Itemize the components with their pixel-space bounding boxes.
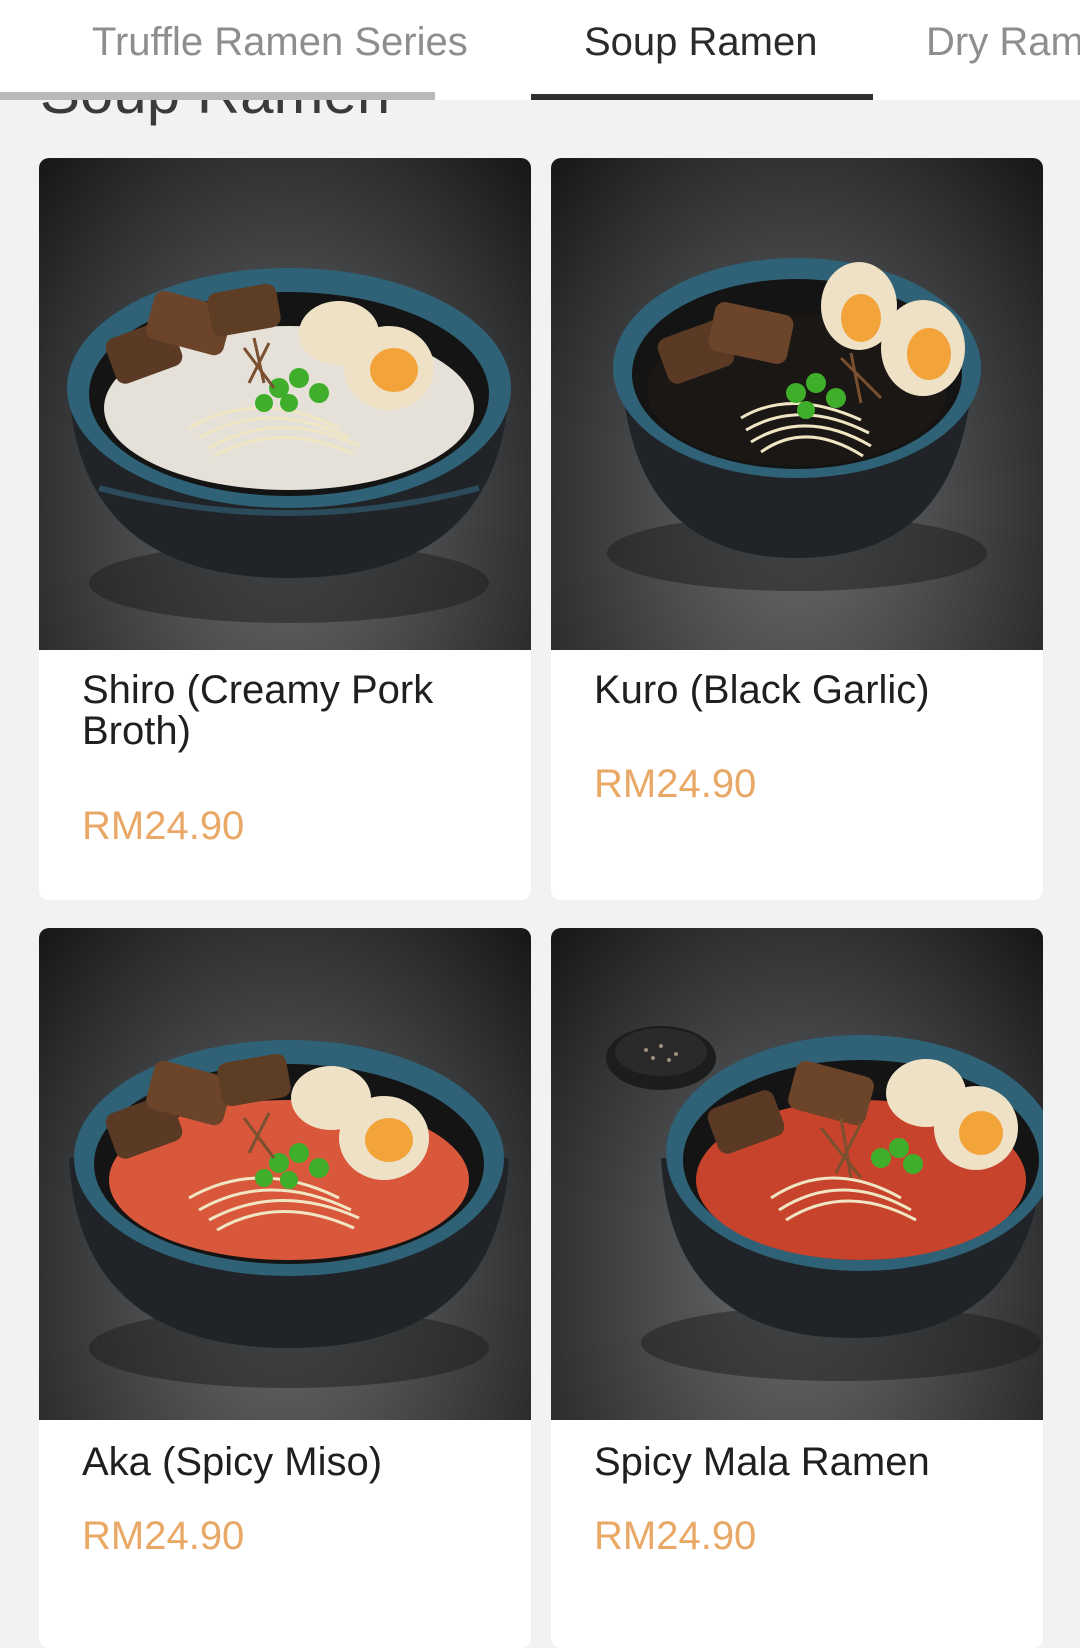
tab-soup-ramen[interactable]: Soup Ramen <box>584 0 817 100</box>
menu-item-grid: Shiro (Creamy Pork Broth) RM24.90 Kuro (… <box>0 0 1080 1648</box>
menu-item-card-aka[interactable]: Aka (Spicy Miso) RM24.90 <box>39 928 531 1648</box>
menu-item-card-spicy-mala[interactable]: Spicy Mala Ramen RM24.90 <box>551 928 1043 1648</box>
menu-item-name: Shiro (Creamy Pork Broth) <box>82 668 434 753</box>
tab-scroll-indicator[interactable] <box>0 92 435 100</box>
menu-item-card-kuro[interactable]: Kuro (Black Garlic) RM24.90 <box>551 158 1043 900</box>
menu-item-card-shiro[interactable]: Shiro (Creamy Pork Broth) RM24.90 <box>39 158 531 900</box>
ramen-bowl-icon <box>39 158 531 650</box>
category-tab-bar: Truffle Ramen Series Soup Ramen Dry Rame… <box>0 0 1080 100</box>
menu-item-price: RM24.90 <box>82 1514 245 1558</box>
ramen-bowl-icon <box>551 158 1043 650</box>
menu-item-name: Spicy Mala Ramen <box>594 1440 930 1484</box>
menu-item-name: Aka (Spicy Miso) <box>82 1440 383 1484</box>
tab-dry-ramen[interactable]: Dry Ramen <box>926 0 1080 100</box>
active-tab-indicator <box>531 94 873 100</box>
menu-item-price: RM24.90 <box>82 804 245 848</box>
menu-item-price: RM24.90 <box>594 762 757 806</box>
menu-item-name: Kuro (Black Garlic) <box>594 668 930 712</box>
tab-truffle-ramen-series[interactable]: Truffle Ramen Series <box>92 0 468 100</box>
ramen-bowl-icon <box>39 928 531 1420</box>
menu-item-price: RM24.90 <box>594 1514 757 1558</box>
ramen-bowl-icon <box>551 928 1043 1420</box>
